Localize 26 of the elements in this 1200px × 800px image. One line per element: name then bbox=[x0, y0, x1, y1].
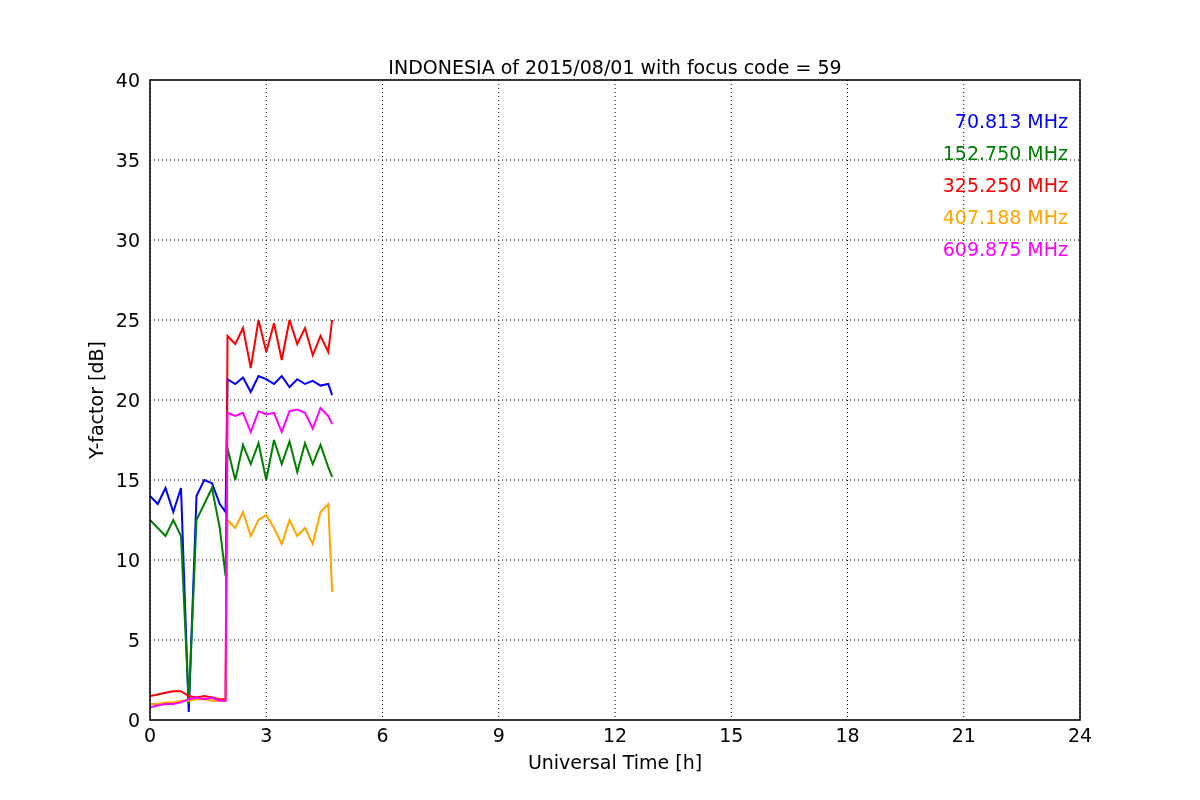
y-tick-label: 35 bbox=[115, 149, 140, 171]
y-tick-label: 5 bbox=[127, 629, 140, 651]
legend-label: 407.188 MHz bbox=[942, 206, 1068, 228]
y-tick-label: 40 bbox=[115, 69, 140, 91]
legend-label: 70.813 MHz bbox=[954, 110, 1068, 132]
legend-label: 152.750 MHz bbox=[942, 142, 1068, 164]
x-tick-label: 9 bbox=[492, 724, 505, 746]
x-tick-label: 21 bbox=[951, 724, 976, 746]
x-tick-label: 0 bbox=[143, 724, 157, 746]
x-tick-label: 15 bbox=[719, 724, 744, 746]
y-tick-label: 0 bbox=[127, 709, 140, 731]
y-tick-label: 10 bbox=[115, 549, 140, 571]
x-tick-label: 24 bbox=[1067, 724, 1093, 746]
y-tick-label: 25 bbox=[115, 309, 140, 331]
y-tick-label: 30 bbox=[115, 229, 140, 251]
y-axis-label: Y-factor [dB] bbox=[85, 341, 107, 459]
legend-label: 609.875 MHz bbox=[942, 238, 1068, 260]
x-tick-label: 12 bbox=[602, 724, 628, 746]
x-axis-label: Universal Time [h] bbox=[527, 751, 703, 773]
x-tick-label: 18 bbox=[835, 724, 860, 746]
x-tick-label: 6 bbox=[376, 724, 389, 746]
x-tick-label: 3 bbox=[260, 724, 273, 746]
legend-label: 325.250 MHz bbox=[942, 174, 1068, 196]
chart-title: INDONESIA of 2015/08/01 with focus code = 59 bbox=[388, 56, 842, 78]
y-tick-label: 20 bbox=[115, 389, 140, 411]
y-tick-label: 15 bbox=[115, 469, 140, 491]
